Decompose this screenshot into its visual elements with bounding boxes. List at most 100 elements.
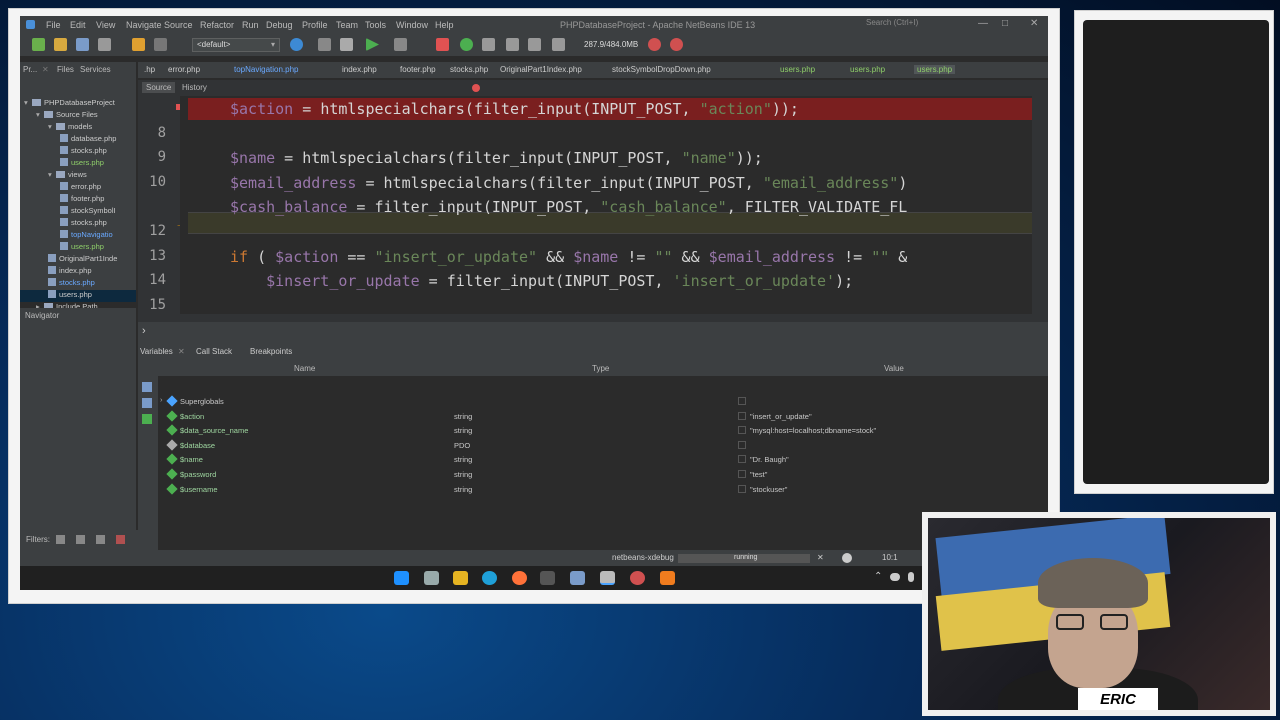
tree-toggle-icon[interactable]: ▾: [48, 170, 56, 179]
variable-row[interactable]: › Superglobals: [138, 394, 1048, 408]
editor-tab[interactable]: stockSymbolDropDown.php: [612, 65, 711, 74]
maximize-button[interactable]: □: [1002, 18, 1008, 29]
tab-call-stack[interactable]: Call Stack: [196, 347, 232, 356]
menu-item-team[interactable]: Team: [336, 20, 358, 30]
build-icon[interactable]: [340, 38, 353, 51]
editor-tab[interactable]: users.php: [780, 65, 815, 74]
task-view-icon[interactable]: [424, 571, 439, 585]
value-editor-button[interactable]: [738, 484, 746, 493]
tab-services[interactable]: Services: [80, 65, 111, 74]
tab-history[interactable]: History: [182, 83, 207, 92]
editor-tab[interactable]: topNavigation.php: [234, 65, 299, 74]
breakpoint-toggle-icon[interactable]: [472, 84, 480, 92]
editor-tab[interactable]: users.php: [914, 65, 956, 74]
editor-tab[interactable]: stocks.php: [450, 65, 488, 74]
filter-icon[interactable]: [116, 535, 125, 544]
tree-item[interactable]: index.php: [48, 266, 92, 278]
netbeans-taskbar-icon[interactable]: [600, 571, 615, 585]
windows-start-icon[interactable]: [394, 571, 409, 585]
tree-item[interactable]: ▾ Source Files: [36, 110, 98, 122]
close-icon[interactable]: ✕: [178, 347, 185, 356]
filter-icon[interactable]: [96, 535, 105, 544]
menu-item-navigate[interactable]: Navigate: [126, 20, 162, 30]
microphone-icon[interactable]: [908, 572, 914, 582]
menu-item-run[interactable]: Run: [242, 20, 259, 30]
cancel-progress-icon[interactable]: ✕: [817, 553, 824, 562]
tree-item[interactable]: ▾ views: [48, 170, 87, 182]
variable-row[interactable]: $data_source_name string "mysql:host=local…: [138, 423, 1048, 437]
menu-item-window[interactable]: Window: [396, 20, 428, 30]
new-project-icon[interactable]: [32, 38, 45, 51]
editor-tab[interactable]: users.php: [850, 65, 885, 74]
tab-files[interactable]: Files: [57, 65, 74, 74]
tree-item[interactable]: users.php: [20, 290, 136, 302]
chevron-right-icon[interactable]: ›: [142, 325, 146, 337]
tree-item[interactable]: stocks.php: [48, 278, 95, 290]
gc-icon[interactable]: [648, 38, 661, 51]
tree-item[interactable]: topNavigatio: [60, 230, 113, 242]
column-type[interactable]: Type: [592, 364, 609, 373]
menu-item-file[interactable]: File: [46, 20, 61, 30]
minimize-button[interactable]: —: [978, 18, 988, 29]
editor-tab[interactable]: .hp: [144, 65, 155, 74]
watch-icon[interactable]: [142, 382, 152, 392]
tree-item[interactable]: error.php: [60, 182, 101, 194]
column-value[interactable]: Value: [884, 364, 904, 373]
menu-item-profile[interactable]: Profile: [302, 20, 328, 30]
memory-indicator[interactable]: 287.9/484.0MB: [584, 40, 638, 49]
menu-item-edit[interactable]: Edit: [70, 20, 86, 30]
firefox-icon[interactable]: [512, 571, 527, 585]
tree-toggle-icon[interactable]: ▾: [36, 110, 44, 119]
debug-project-icon[interactable]: [394, 38, 407, 51]
variable-row[interactable]: $database PDO: [138, 438, 1048, 452]
web-browser-icon[interactable]: [290, 38, 303, 51]
redo-icon[interactable]: [154, 38, 167, 51]
value-editor-button[interactable]: [738, 411, 746, 420]
code-line[interactable]: $cash_balance = filter_input(INPUT_POST,…: [230, 196, 907, 218]
horizontal-scrollbar[interactable]: [138, 314, 1048, 322]
tree-item[interactable]: stocks.php: [60, 218, 107, 230]
filter-icon[interactable]: [56, 535, 65, 544]
obs-icon[interactable]: [630, 571, 645, 585]
editor-tab[interactable]: footer.php: [400, 65, 436, 74]
editor-tab[interactable]: error.php: [168, 65, 200, 74]
save-all-icon[interactable]: [98, 38, 111, 51]
menu-item-help[interactable]: Help: [435, 20, 454, 30]
run-icon[interactable]: [366, 38, 379, 51]
menu-item-refactor[interactable]: Refactor: [200, 20, 234, 30]
tab-source[interactable]: Source: [142, 82, 176, 93]
continue-icon[interactable]: [460, 38, 473, 51]
filter-icon[interactable]: [76, 535, 85, 544]
tree-item[interactable]: users.php: [60, 242, 104, 254]
menu-item-debug[interactable]: Debug: [266, 20, 293, 30]
chevron-up-icon[interactable]: ⌃: [874, 571, 882, 582]
edge-icon[interactable]: [482, 571, 497, 585]
settings-icon[interactable]: [570, 571, 585, 585]
step-over-icon[interactable]: [482, 38, 495, 51]
xampp-icon[interactable]: [660, 571, 675, 585]
variable-row[interactable]: $username string "stockuser": [138, 482, 1048, 496]
tree-toggle-icon[interactable]: ▾: [48, 122, 56, 131]
column-name[interactable]: Name: [294, 364, 315, 373]
tree-item[interactable]: stocks.php: [60, 146, 107, 158]
menu-item-source[interactable]: Source: [164, 20, 193, 30]
tab-projects[interactable]: Pr...: [23, 65, 37, 74]
value-editor-button[interactable]: [738, 455, 746, 464]
code-line[interactable]: if ( $action == "insert_or_update" && $n…: [230, 246, 907, 268]
undo-icon[interactable]: [132, 38, 145, 51]
menu-item-view[interactable]: View: [96, 20, 115, 30]
cloud-icon[interactable]: [890, 573, 900, 581]
clean-icon[interactable]: [318, 38, 331, 51]
tree-item[interactable]: footer.php: [60, 194, 104, 206]
tree-item[interactable]: users.php: [60, 158, 104, 170]
stop-debug-icon[interactable]: [436, 38, 449, 51]
value-editor-button[interactable]: [738, 440, 746, 449]
editor-tab[interactable]: OriginalPart1Index.php: [500, 65, 582, 74]
value-editor-button[interactable]: [738, 426, 746, 435]
code-editor[interactable]: $action = htmlspecialchars(filter_input(…: [180, 96, 1032, 314]
profile-icon[interactable]: [670, 38, 683, 51]
step-out-icon[interactable]: [528, 38, 541, 51]
variable-row[interactable]: $password string "test": [138, 467, 1048, 481]
file-explorer-icon[interactable]: [453, 571, 468, 585]
value-editor-button[interactable]: [738, 470, 746, 478]
